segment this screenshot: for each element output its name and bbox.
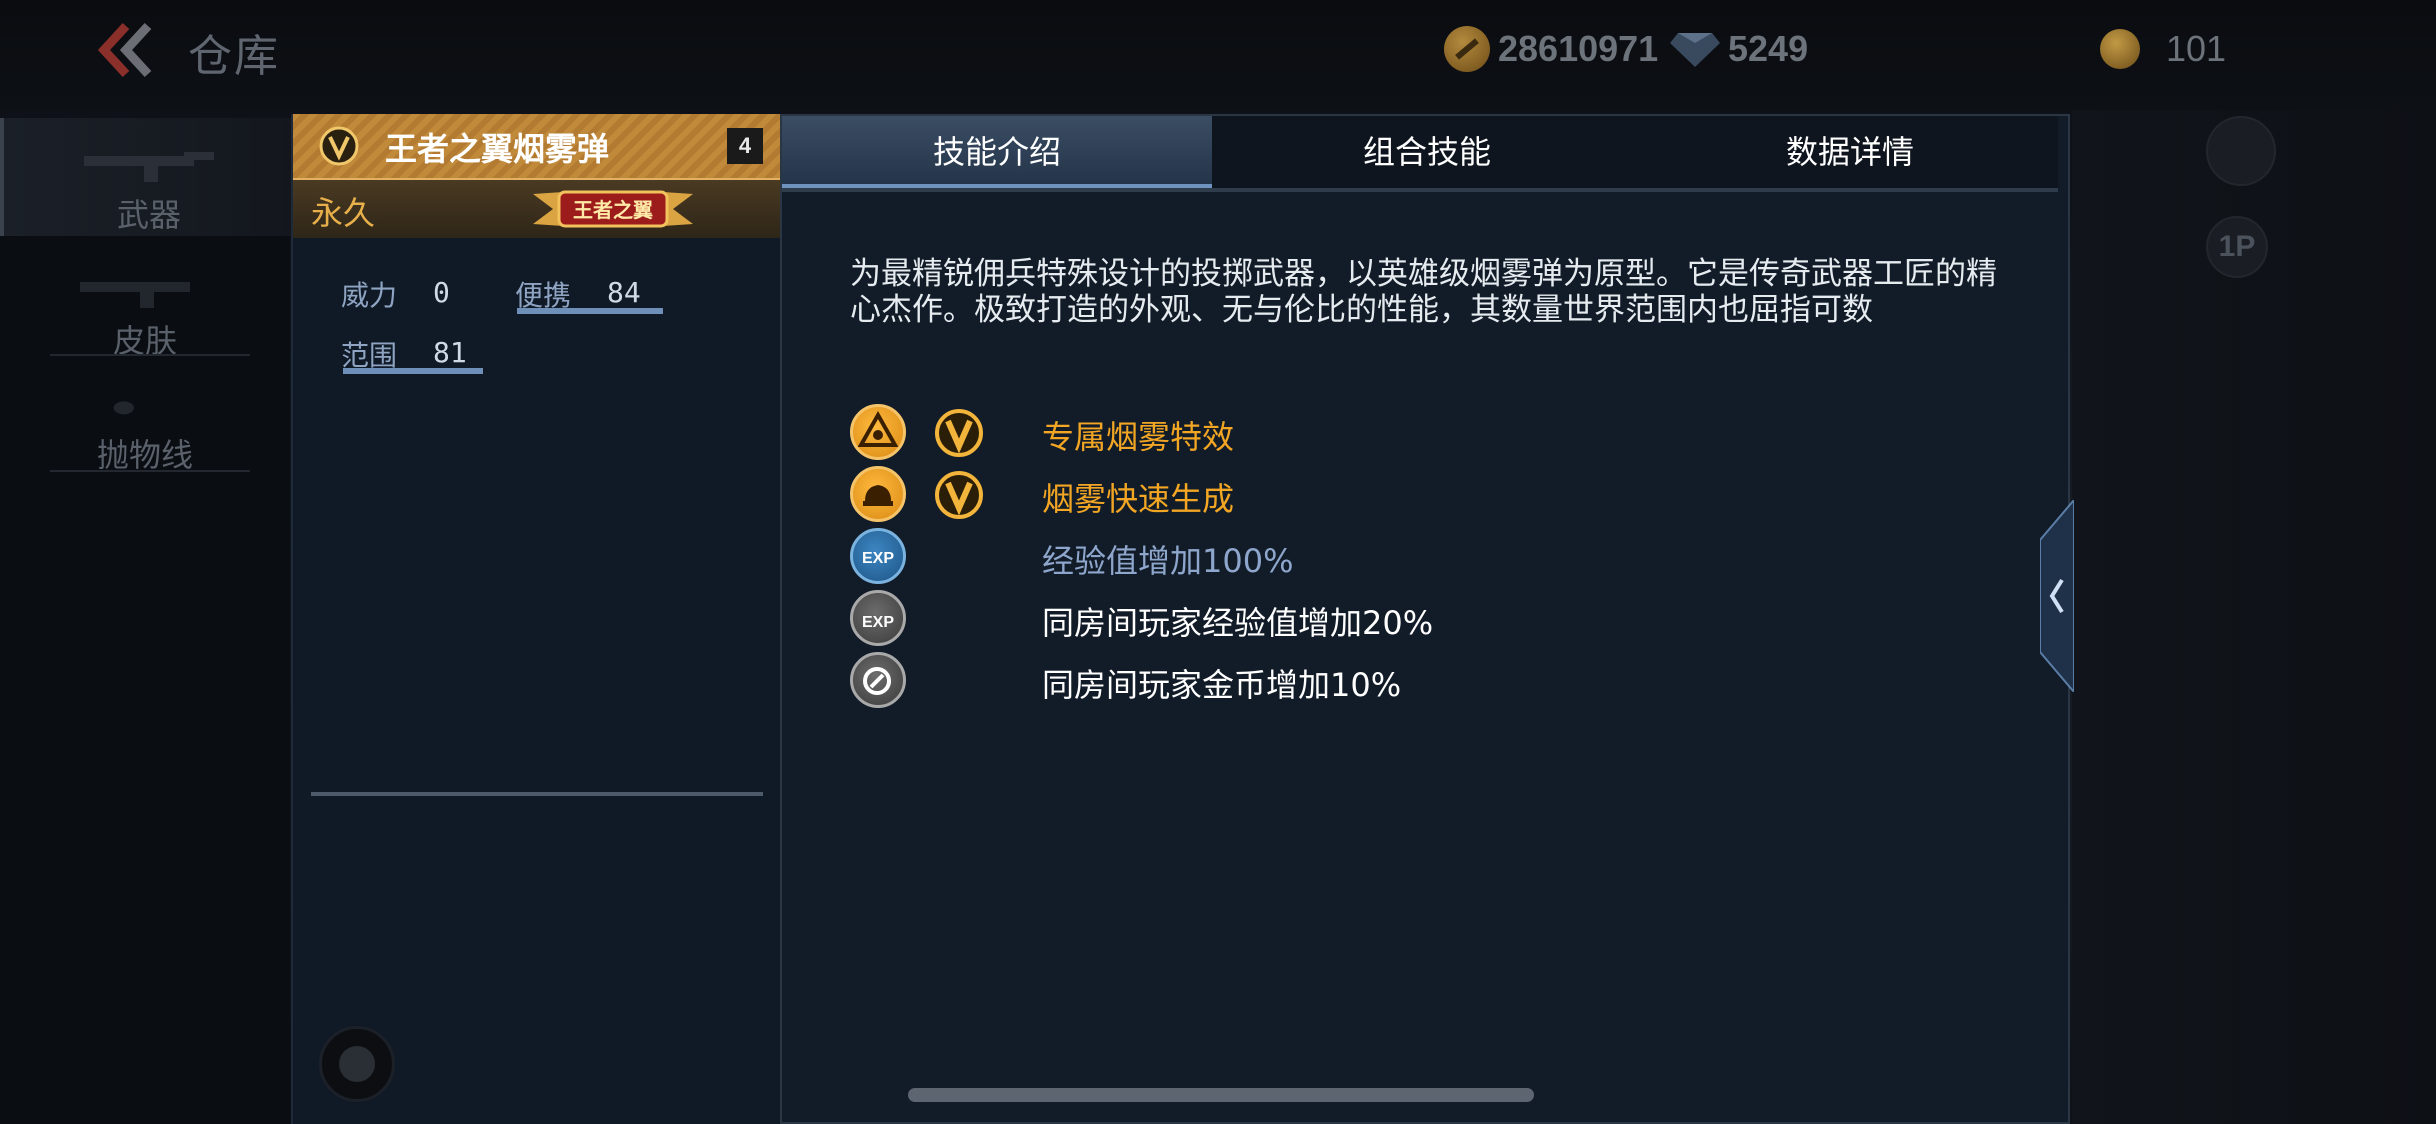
gold-coin-icon	[1444, 26, 1490, 72]
gold-currency: 28610971	[1444, 26, 1658, 72]
skill-detail-panel: 技能介绍 组合技能 数据详情 为最精锐佣兵特殊设计的投掷武器，以英雄级烟雾弹为原…	[780, 114, 2070, 1124]
smoke-effect-icon	[850, 404, 906, 460]
item-count: 4	[727, 128, 763, 164]
vip-v-icon	[935, 471, 983, 519]
category-sidebar: 武器 皮肤 抛物线	[0, 118, 294, 1124]
tab-combo-skills[interactable]: 组合技能	[1212, 116, 1642, 188]
room-exp-icon: EXP	[850, 590, 906, 646]
sidebar-divider	[50, 354, 250, 356]
sidebar-divider	[50, 470, 250, 472]
grenade-icon	[113, 401, 134, 415]
skill-text: 烟雾快速生成	[1042, 480, 1235, 518]
exp-icon: EXP	[850, 528, 906, 584]
vip-v-icon	[319, 126, 359, 166]
skill-text: 经验值增加100%	[1042, 542, 1294, 580]
diamond-icon	[1670, 33, 1720, 67]
diamond-amount: 5249	[1728, 28, 1809, 69]
stat-portability-bar	[517, 308, 663, 314]
vip-v-icon	[935, 409, 983, 457]
skill-row: EXP 经验值增加100%	[850, 528, 2000, 584]
skill-text: 同房间玩家金币增加10%	[1042, 666, 1402, 704]
rifle-icon	[84, 152, 214, 182]
skin-rifle-icon	[80, 282, 190, 308]
medal-icon	[2100, 29, 2140, 69]
sidebar-item-trajectory[interactable]: 抛物线	[0, 378, 290, 496]
smoke-generate-icon	[850, 466, 906, 522]
tab-skill-intro[interactable]: 技能介绍	[782, 116, 1212, 188]
horizontal-scrollbar[interactable]	[908, 1088, 1534, 1102]
back-arrow-icon[interactable]	[96, 22, 156, 78]
skill-text: 同房间玩家经验值增加20%	[1042, 604, 1434, 642]
item-description: 为最精锐佣兵特殊设计的投掷武器，以英雄级烟雾弹为原型。它是传奇武器工匠的精心杰作…	[850, 256, 1997, 328]
collapse-panel-tab[interactable]	[2040, 500, 2074, 692]
item-name: 王者之翼烟雾弹	[385, 130, 610, 168]
stat-power-label: 威力	[341, 279, 398, 312]
stat-range-value: 81	[433, 336, 467, 369]
stat-range-bar	[343, 368, 483, 374]
item-subheader: 永久 王者之翼	[293, 180, 781, 238]
page-title: 仓库	[188, 31, 280, 82]
panel-divider	[311, 792, 763, 796]
player-1p-button[interactable]: 1P	[2206, 216, 2268, 278]
king-wing-badge-text: 王者之翼	[573, 198, 653, 222]
item-info-panel: 王者之翼烟雾弹 4 永久 王者之翼 威力 0 便携 84 范围 81	[291, 114, 781, 1124]
sidebar-item-skins[interactable]: 皮肤	[0, 258, 290, 376]
medal-amount: 101	[2166, 28, 2227, 69]
stat-portability-value: 84	[607, 276, 641, 309]
room-coin-icon	[850, 652, 906, 708]
top-bar: 仓库 28610971 5249 101	[0, 0, 2436, 110]
gamepad-button[interactable]	[2206, 116, 2276, 186]
skill-text: 专属烟雾特效	[1042, 418, 1235, 456]
medal-currency: 101	[2100, 26, 2226, 72]
skill-row: 同房间玩家金币增加10%	[850, 652, 2000, 708]
sidebar-item-weapons[interactable]: 武器	[0, 118, 294, 236]
skill-row: 专属烟雾特效	[850, 404, 2000, 460]
tab-data-details[interactable]: 数据详情	[1642, 116, 2058, 188]
round-action-button[interactable]	[319, 1026, 395, 1102]
diamond-currency: 5249	[1670, 26, 1808, 72]
sidebar-item-label: 武器	[116, 196, 181, 234]
stat-power-value: 0	[433, 276, 450, 309]
item-header: 王者之翼烟雾弹 4	[293, 114, 781, 180]
item-duration: 永久	[311, 194, 376, 232]
tab-bar: 技能介绍 组合技能 数据详情	[782, 116, 2058, 192]
right-background-panel: 1P	[2072, 110, 2436, 1124]
gold-amount: 28610971	[1498, 28, 1659, 69]
skill-row: 烟雾快速生成	[850, 466, 2000, 522]
skill-row: EXP 同房间玩家经验值增加20%	[850, 590, 2000, 646]
king-wing-badge-icon: 王者之翼	[533, 190, 693, 228]
